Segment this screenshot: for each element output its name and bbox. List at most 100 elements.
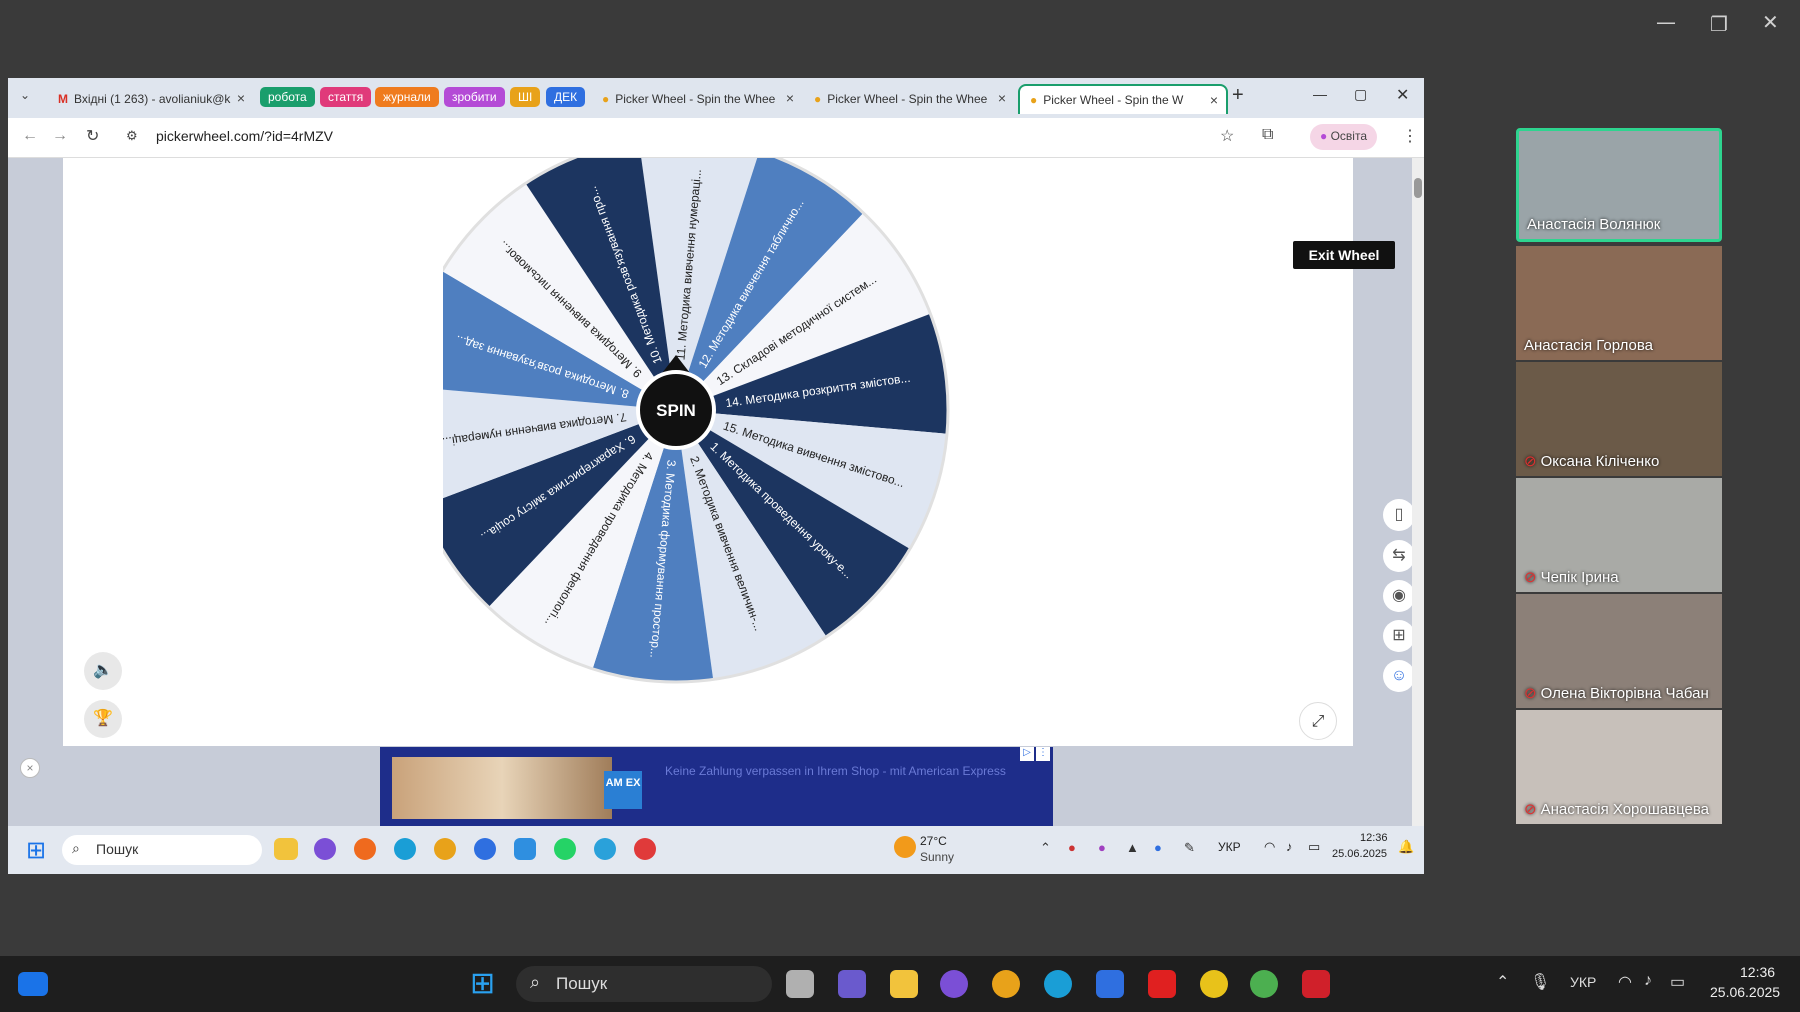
- sidebar-assistant-button[interactable]: ☺: [1383, 660, 1415, 692]
- close-icon[interactable]: ✕: [1762, 10, 1779, 34]
- chrome-icon[interactable]: [434, 838, 456, 860]
- tab-picker-wheel[interactable]: ● Picker Wheel - Spin the Whee ×: [804, 84, 1014, 114]
- todo-icon[interactable]: [514, 838, 536, 860]
- close-icon[interactable]: ✕: [1396, 85, 1409, 105]
- zoom-app-icon[interactable]: [474, 838, 496, 860]
- whatsapp-icon[interactable]: [554, 838, 576, 860]
- browser-icon[interactable]: [1200, 970, 1228, 998]
- bookmark-chip[interactable]: зробити: [444, 87, 505, 107]
- tray-app-icon[interactable]: ●: [1068, 840, 1076, 855]
- tray-app-icon[interactable]: ●: [1098, 840, 1106, 855]
- battery-icon[interactable]: ▭: [1308, 839, 1320, 855]
- taskbar-date[interactable]: 25.06.2025: [1332, 848, 1387, 860]
- tray-app-icon[interactable]: ●: [1154, 840, 1162, 855]
- bookmark-star-icon[interactable]: ☆: [1220, 126, 1234, 146]
- chrome-icon[interactable]: [992, 970, 1020, 998]
- bookmark-chip[interactable]: робота: [260, 87, 315, 107]
- youtube-icon[interactable]: [1148, 970, 1176, 998]
- file-explorer-icon[interactable]: [890, 970, 918, 998]
- viber-icon[interactable]: [940, 970, 968, 998]
- extensions-icon[interactable]: ⧉: [1262, 126, 1273, 144]
- menu-icon[interactable]: ⋮: [1402, 126, 1418, 146]
- sidebar-apps-button[interactable]: ⊞: [1383, 620, 1415, 652]
- pen-icon[interactable]: ✎: [1184, 840, 1195, 856]
- windows-start-icon[interactable]: ⊞: [470, 966, 495, 1001]
- sound-toggle-button[interactable]: 🔈: [84, 652, 122, 690]
- results-button[interactable]: 🏆: [84, 700, 122, 738]
- bookmark-chip[interactable]: ДЕК: [546, 87, 586, 107]
- edge-icon[interactable]: [394, 838, 416, 860]
- sidebar-translate-button[interactable]: ⇆: [1383, 540, 1415, 572]
- file-explorer-icon[interactable]: [274, 838, 298, 860]
- volume-icon[interactable]: ♪: [1286, 839, 1293, 854]
- participant-tile[interactable]: ⊘ Олена Вікторівна Чабан: [1516, 594, 1722, 708]
- pdf-reader-icon[interactable]: [1302, 970, 1330, 998]
- sidebar-broadcast-button[interactable]: ◉: [1383, 580, 1415, 612]
- forward-icon[interactable]: →: [52, 127, 68, 145]
- restore-icon[interactable]: ❐: [1710, 12, 1728, 36]
- fullscreen-button[interactable]: ⤢: [1299, 702, 1337, 740]
- url-text[interactable]: pickerwheel.com/?id=4rMZV: [156, 128, 333, 144]
- chevron-up-icon[interactable]: ⌃: [1496, 972, 1509, 992]
- sidebar-book-button[interactable]: ▯: [1383, 499, 1415, 531]
- close-ad-icon[interactable]: ×: [20, 758, 40, 778]
- new-tab-icon[interactable]: +: [1232, 84, 1244, 107]
- tab-gmail[interactable]: M Вхідні (1 263) - avolianiuk@k ×: [48, 84, 253, 114]
- bookmark-chip[interactable]: журнали: [375, 87, 439, 107]
- exit-wheel-button[interactable]: Exit Wheel: [1293, 241, 1395, 269]
- zoom-app-icon[interactable]: [1096, 970, 1124, 998]
- close-tab-icon[interactable]: ×: [1210, 92, 1218, 108]
- edge-icon[interactable]: [1044, 970, 1072, 998]
- microphone-icon[interactable]: 🎙: [1530, 972, 1550, 992]
- participant-tile[interactable]: Анастасія Горлова: [1516, 246, 1722, 360]
- scrollbar-thumb[interactable]: [1414, 178, 1422, 198]
- bookmark-chip[interactable]: ШІ: [510, 87, 541, 107]
- close-tab-icon[interactable]: ×: [998, 90, 1006, 106]
- volume-icon[interactable]: ♪: [1644, 972, 1652, 990]
- minimize-icon[interactable]: —: [1313, 86, 1327, 102]
- task-view-icon[interactable]: [786, 970, 814, 998]
- wifi-icon[interactable]: ◠: [1618, 972, 1632, 992]
- chrome-profile-icon[interactable]: [1250, 970, 1278, 998]
- advertisement-banner[interactable]: AM EX Keine Zahlung verpassen in Ihrem S…: [380, 747, 1053, 827]
- restore-icon[interactable]: ▢: [1354, 86, 1367, 103]
- widgets-icon[interactable]: [18, 972, 48, 996]
- picker-wheel[interactable]: 11. Методика вивчення нумераці...12. Мет…: [443, 158, 1003, 718]
- chevron-up-icon[interactable]: ⌃: [1040, 840, 1051, 856]
- taskbar-date[interactable]: 25.06.2025: [1710, 984, 1780, 1000]
- close-tab-icon[interactable]: ×: [237, 90, 245, 106]
- participant-tile[interactable]: ⊘ Оксана Кіліченко: [1516, 362, 1722, 476]
- ad-choices-icon[interactable]: ▷: [1020, 747, 1034, 761]
- profile-button[interactable]: ● Освіта: [1310, 124, 1378, 150]
- participant-tile[interactable]: Анастасія Волянюк: [1516, 128, 1722, 242]
- close-tab-icon[interactable]: ×: [786, 90, 794, 106]
- participant-tile[interactable]: ⊘ Чепік Ірина: [1516, 478, 1722, 592]
- ad-menu-icon[interactable]: ⋮: [1036, 747, 1050, 761]
- page-scrollbar[interactable]: [1412, 158, 1424, 826]
- notification-icon[interactable]: 🔔: [1398, 839, 1414, 855]
- language-indicator[interactable]: УКР: [1218, 840, 1241, 854]
- viber-icon[interactable]: [314, 838, 336, 860]
- windows-start-icon[interactable]: ⊞: [26, 836, 46, 865]
- tab-search-icon[interactable]: ⌄: [20, 88, 30, 102]
- language-indicator[interactable]: УКР: [1570, 974, 1596, 990]
- chrome-profile-icon[interactable]: [634, 838, 656, 860]
- telegram-icon[interactable]: [594, 838, 616, 860]
- tab-picker-wheel[interactable]: ● Picker Wheel - Spin the Whee ×: [592, 84, 802, 114]
- bookmark-chip[interactable]: стаття: [320, 87, 372, 107]
- spin-label[interactable]: SPIN: [656, 401, 696, 420]
- taskbar-search[interactable]: ⌕ Пошук: [62, 835, 262, 865]
- wifi-icon[interactable]: ◠: [1264, 839, 1275, 855]
- participant-tile[interactable]: ⊘ Анастасія Хорошавцева: [1516, 710, 1722, 824]
- back-icon[interactable]: ←: [22, 127, 38, 145]
- reload-icon[interactable]: ↻: [86, 126, 99, 146]
- soundcloud-icon[interactable]: [354, 838, 376, 860]
- taskbar-time[interactable]: 12:36: [1740, 964, 1775, 980]
- tray-app-icon[interactable]: ▲: [1126, 840, 1139, 855]
- site-info-icon[interactable]: ⚙: [126, 128, 138, 144]
- tab-picker-wheel-active[interactable]: ● Picker Wheel - Spin the W ×: [1018, 84, 1228, 114]
- taskbar-search[interactable]: ⌕ Пошук: [516, 966, 772, 1002]
- minimize-icon[interactable]: —: [1656, 10, 1676, 34]
- taskbar-time[interactable]: 12:36: [1360, 832, 1388, 844]
- teams-icon[interactable]: [838, 970, 866, 998]
